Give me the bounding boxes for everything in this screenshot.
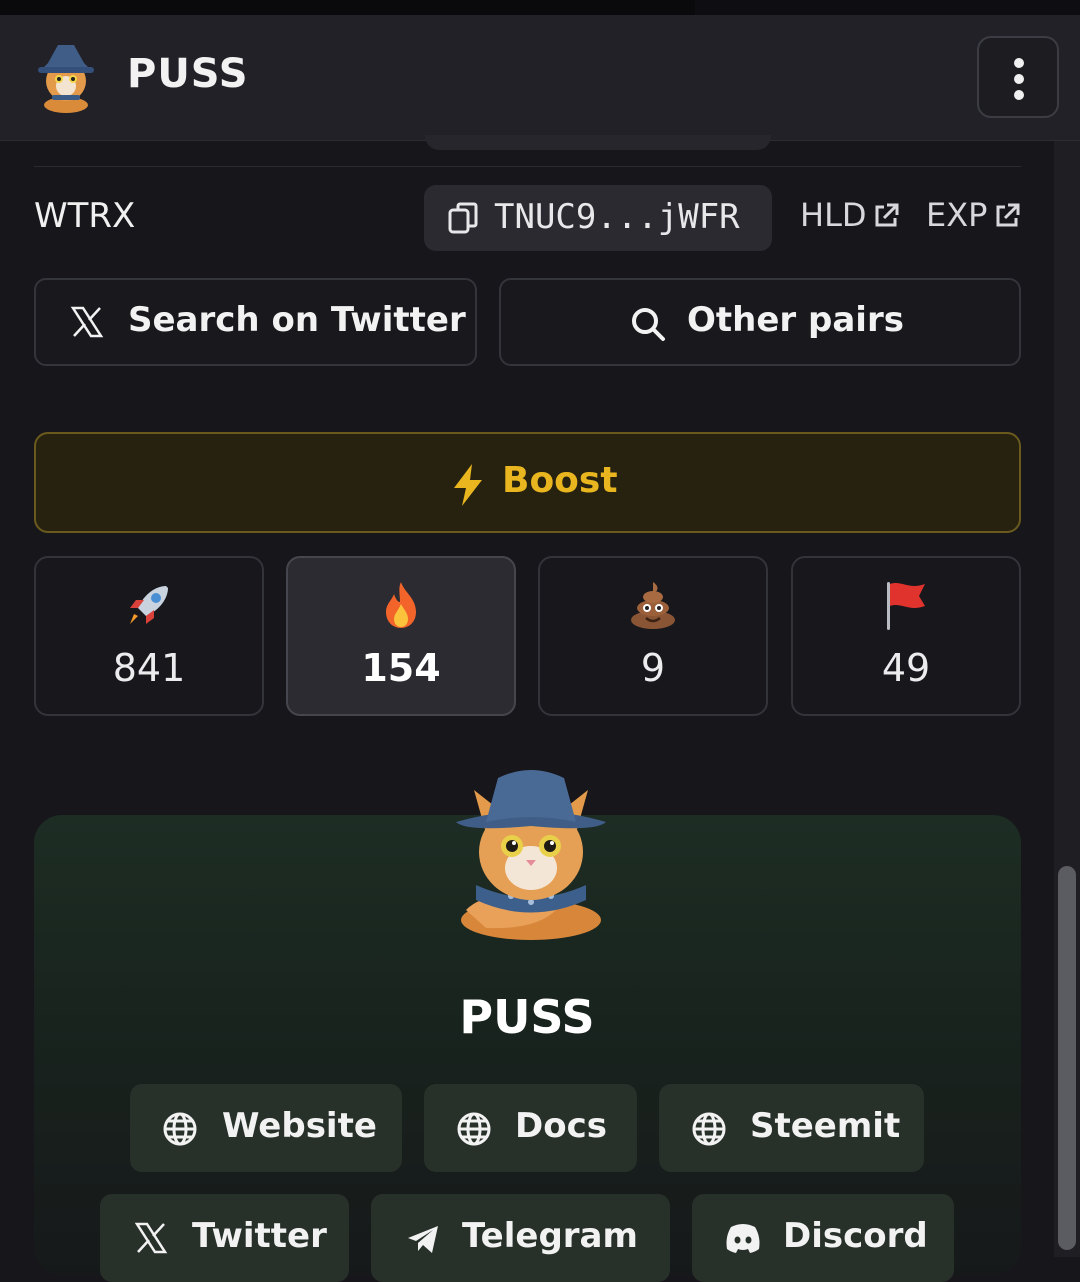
external-link-icon xyxy=(996,203,1020,227)
status-strip xyxy=(0,0,1080,15)
more-menu-button[interactable] xyxy=(977,36,1059,118)
twitter-label: Twitter xyxy=(192,1216,327,1256)
hld-label: HLD xyxy=(800,196,867,234)
globe-icon xyxy=(692,1112,726,1146)
collapsed-panel-edge xyxy=(425,135,771,150)
token-logo xyxy=(456,770,606,940)
globe-icon xyxy=(457,1112,491,1146)
scrollbar-thumb[interactable] xyxy=(1058,866,1076,1250)
boost-label: Boost xyxy=(502,460,618,501)
steemit-link-button[interactable]: Steemit xyxy=(659,1084,924,1172)
search-icon xyxy=(632,308,665,341)
other-pairs-label: Other pairs xyxy=(687,300,904,340)
docs-link-button[interactable]: Docs xyxy=(424,1084,637,1172)
fire-icon xyxy=(386,582,416,628)
globe-icon xyxy=(163,1112,197,1146)
x-logo-icon xyxy=(134,1222,168,1254)
page-title: PUSS xyxy=(127,51,249,97)
website-label: Website xyxy=(222,1106,377,1146)
reaction-count: 841 xyxy=(112,646,186,690)
reaction-count: 49 xyxy=(881,646,931,690)
reaction-count: 154 xyxy=(361,646,441,690)
poop-icon xyxy=(631,582,675,629)
reaction-poop[interactable]: 9 xyxy=(538,556,768,716)
token-name: PUSS xyxy=(459,990,595,1044)
discord-label: Discord xyxy=(783,1216,928,1256)
exp-link[interactable]: EXP xyxy=(926,196,1020,234)
divider xyxy=(34,166,1021,167)
steemit-label: Steemit xyxy=(750,1106,901,1146)
x-logo-icon xyxy=(70,306,104,338)
red-flag-icon xyxy=(887,582,925,630)
telegram-label: Telegram xyxy=(462,1216,638,1256)
docs-label: Docs xyxy=(515,1106,607,1146)
search-twitter-button[interactable]: Search on Twitter xyxy=(34,278,477,366)
other-pairs-button[interactable]: Other pairs xyxy=(499,278,1021,366)
reaction-fire[interactable]: 154 xyxy=(286,556,516,716)
external-link-icon xyxy=(875,203,899,227)
discord-link-button[interactable]: Discord xyxy=(692,1194,954,1282)
lightning-icon xyxy=(454,464,482,506)
copy-icon xyxy=(448,202,478,234)
pair-address: TNUC9...jWFR xyxy=(494,197,740,237)
hld-link[interactable]: HLD xyxy=(800,196,899,234)
reaction-count: 9 xyxy=(640,646,666,690)
reaction-red-flag[interactable]: 49 xyxy=(791,556,1021,716)
kebab-menu-icon xyxy=(1014,58,1024,68)
reaction-rocket[interactable]: 841 xyxy=(34,556,264,716)
boost-button[interactable]: Boost xyxy=(34,432,1021,533)
token-avatar-icon xyxy=(38,45,94,113)
copy-address-button[interactable]: TNUC9...jWFR xyxy=(424,185,772,251)
search-twitter-label: Search on Twitter xyxy=(128,300,466,340)
exp-label: EXP xyxy=(926,196,988,234)
discord-icon xyxy=(726,1224,760,1253)
telegram-link-button[interactable]: Telegram xyxy=(371,1194,670,1282)
quote-token-label: WTRX xyxy=(34,196,136,236)
website-link-button[interactable]: Website xyxy=(130,1084,402,1172)
telegram-icon xyxy=(408,1226,438,1253)
rocket-icon xyxy=(130,586,168,624)
app-header: PUSS xyxy=(0,15,1080,141)
twitter-link-button[interactable]: Twitter xyxy=(100,1194,349,1282)
